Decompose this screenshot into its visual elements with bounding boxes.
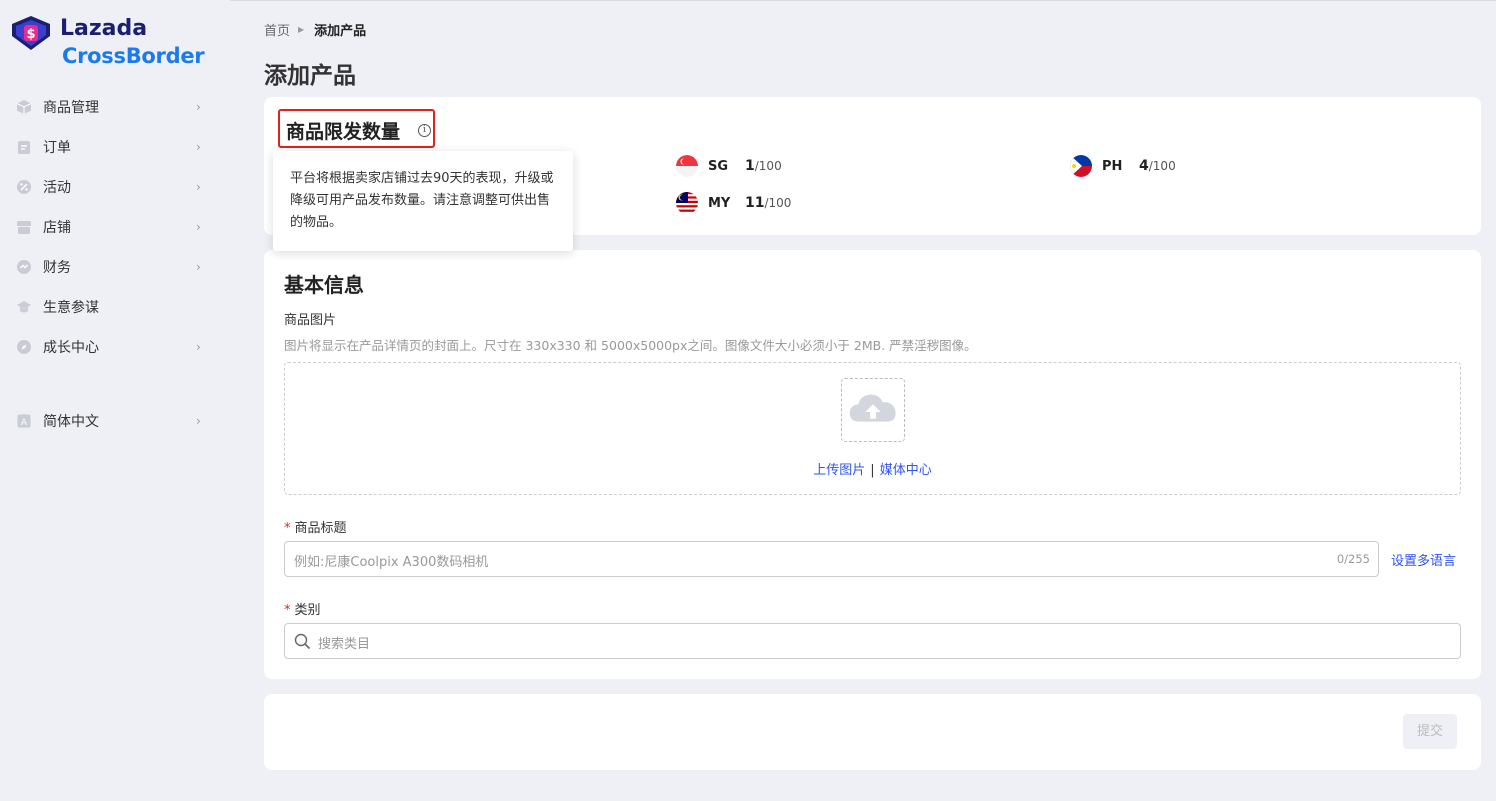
sidebar-item-finance[interactable]: 财务 › bbox=[0, 247, 230, 287]
product-title-label: * 商品标题 bbox=[284, 517, 347, 536]
quota-max: /100 bbox=[754, 159, 782, 173]
logo-text-lazada: Lazada bbox=[60, 16, 148, 41]
sidebar-item-products[interactable]: 商品管理 › bbox=[0, 87, 230, 127]
quota-country-code: PH bbox=[1102, 158, 1123, 174]
quota-country-code: MY bbox=[708, 195, 731, 211]
submit-card: 提交 bbox=[264, 694, 1481, 770]
field-label-text: 商品标题 bbox=[294, 521, 347, 536]
sidebar-item-orders[interactable]: 订单 › bbox=[0, 127, 230, 167]
sidebar-menu: 商品管理 › 订单 › 活动 › 店铺 › 财务 › 生意参谋 成长中心 › A… bbox=[0, 87, 230, 441]
breadcrumb: 首页 ▶ 添加产品 bbox=[264, 20, 366, 39]
search-icon bbox=[294, 633, 311, 650]
upload-image-box[interactable] bbox=[841, 378, 905, 442]
quota-info-tooltip: 平台将根据卖家店铺过去90天的表现，升级或降级可用产品发布数量。请注意调整可供出… bbox=[273, 151, 573, 251]
sidebar-item-store[interactable]: 店铺 › bbox=[0, 207, 230, 247]
menu-spacer bbox=[0, 367, 230, 401]
chevron-right-icon: › bbox=[196, 260, 201, 274]
graduation-cap-icon bbox=[17, 301, 31, 313]
sidebar-item-label: 简体中文 bbox=[43, 414, 99, 430]
sidebar-item-label: 订单 bbox=[43, 140, 71, 156]
breadcrumb-current: 添加产品 bbox=[314, 24, 367, 39]
image-upload-dropzone[interactable]: 上传图片 | 媒体中心 bbox=[284, 362, 1461, 495]
quota-title-highlight: 商品限发数量 i bbox=[278, 109, 435, 148]
upload-links: 上传图片 | 媒体中心 bbox=[285, 459, 1460, 478]
logo-text-crossborder: CrossBorder bbox=[62, 44, 205, 68]
quota-item-my: MY 11 /100 bbox=[676, 192, 791, 214]
breadcrumb-home[interactable]: 首页 bbox=[264, 20, 290, 39]
compass-icon bbox=[17, 340, 31, 354]
lazada-heart-logo-icon: $ bbox=[12, 16, 50, 50]
category-search-input[interactable]: 搜索类目 bbox=[284, 623, 1461, 659]
product-title-input[interactable]: 例如:尼康Coolpix A300数码相机 0/255 bbox=[284, 541, 1379, 577]
store-icon bbox=[17, 221, 31, 234]
svg-text:$: $ bbox=[26, 27, 35, 42]
quota-used: 11 bbox=[745, 195, 765, 211]
media-center-link[interactable]: 媒体中心 bbox=[880, 463, 932, 478]
sidebar-item-language[interactable]: A 简体中文 › bbox=[0, 401, 230, 441]
quota-title: 商品限发数量 bbox=[286, 121, 401, 143]
input-placeholder: 搜索类目 bbox=[318, 637, 371, 652]
sidebar-item-label: 店铺 bbox=[43, 220, 71, 236]
info-icon[interactable]: i bbox=[418, 124, 431, 137]
caret-right-icon: ▶ bbox=[298, 25, 305, 34]
singapore-flag-icon bbox=[676, 155, 698, 177]
philippines-flag-icon bbox=[1070, 155, 1092, 177]
sidebar-item-label: 财务 bbox=[43, 260, 71, 276]
sidebar-item-label: 商品管理 bbox=[43, 100, 99, 116]
quota-item-ph: PH 4 /100 bbox=[1070, 155, 1176, 177]
quota-max: /100 bbox=[764, 196, 792, 210]
chevron-right-icon: › bbox=[196, 414, 201, 428]
chevron-right-icon: › bbox=[196, 180, 201, 194]
promotion-icon bbox=[17, 180, 31, 194]
quota-country-code: SG bbox=[708, 158, 729, 174]
set-multi-language-link[interactable]: 设置多语言 bbox=[1391, 550, 1456, 569]
quota-used: 4 bbox=[1139, 158, 1149, 174]
sidebar-item-label: 生意参谋 bbox=[43, 300, 99, 316]
malaysia-flag-icon bbox=[676, 192, 698, 214]
section-title: 基本信息 bbox=[284, 273, 364, 297]
quota-item-sg: SG 1 /100 bbox=[676, 155, 782, 177]
category-label: * 类别 bbox=[284, 599, 321, 618]
sidebar-item-label: 成长中心 bbox=[43, 340, 99, 356]
chevron-right-icon: › bbox=[196, 140, 201, 154]
sidebar: $ Lazada CrossBorder 商品管理 › 订单 › 活动 › 店铺… bbox=[0, 0, 230, 801]
order-icon bbox=[18, 141, 30, 154]
submit-button[interactable]: 提交 bbox=[1403, 714, 1457, 749]
quota-max: /100 bbox=[1148, 159, 1176, 173]
quota-used: 1 bbox=[745, 158, 755, 174]
finance-icon bbox=[17, 260, 31, 274]
input-placeholder: 例如:尼康Coolpix A300数码相机 bbox=[294, 555, 489, 570]
sidebar-item-promotions[interactable]: 活动 › bbox=[0, 167, 230, 207]
character-counter: 0/255 bbox=[1336, 552, 1370, 566]
lazada-crossborder-logo[interactable]: $ Lazada CrossBorder bbox=[10, 16, 220, 72]
field-label-text: 类别 bbox=[294, 603, 321, 618]
chevron-right-icon: › bbox=[196, 220, 201, 234]
upload-image-link[interactable]: 上传图片 bbox=[813, 463, 865, 478]
page-title: 添加产品 bbox=[264, 63, 356, 89]
basic-info-card: 基本信息 商品图片 图片将显示在产品详情页的封面上。尺寸在 330x330 和 … bbox=[264, 250, 1481, 679]
svg-text:A: A bbox=[21, 418, 28, 428]
link-separator: | bbox=[870, 463, 875, 478]
sidebar-item-label: 活动 bbox=[43, 180, 71, 196]
product-image-description: 图片将显示在产品详情页的封面上。尺寸在 330x330 和 5000x5000p… bbox=[284, 338, 977, 353]
box-icon bbox=[16, 100, 32, 114]
product-image-label: 商品图片 bbox=[284, 313, 337, 328]
chevron-right-icon: › bbox=[196, 100, 201, 114]
chevron-right-icon: › bbox=[196, 340, 201, 354]
required-mark: * bbox=[284, 521, 291, 536]
cloud-upload-icon bbox=[849, 394, 896, 422]
required-mark: * bbox=[284, 603, 291, 618]
sidebar-item-business-advisor[interactable]: 生意参谋 bbox=[0, 287, 230, 327]
sidebar-item-growth-center[interactable]: 成长中心 › bbox=[0, 327, 230, 367]
language-icon: A bbox=[17, 414, 31, 428]
